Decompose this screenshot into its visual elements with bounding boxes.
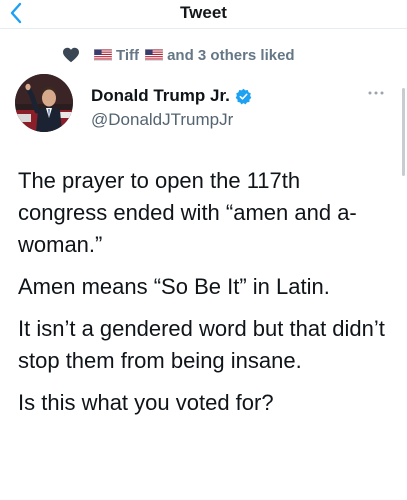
social-context[interactable]: Tiff and 3 others liked — [62, 44, 295, 66]
author-display-name: Donald Trump Jr. — [91, 86, 230, 105]
liker-name: Tiff — [116, 46, 140, 64]
scrollbar[interactable] — [402, 88, 405, 176]
heart-icon — [63, 47, 79, 63]
social-context-suffix: and 3 others liked — [167, 46, 295, 64]
author-name[interactable]: Donald Trump Jr. — [91, 86, 252, 106]
top-nav-bar: Tweet — [0, 0, 407, 29]
avatar[interactable] — [15, 74, 73, 132]
author-handle[interactable]: @DonaldJTrumpJr — [91, 110, 233, 130]
us-flag-icon — [145, 49, 164, 61]
us-flag-icon — [94, 49, 112, 61]
nav-title: Tweet — [180, 3, 227, 22]
tweet-text: The prayer to open the 117th congress en… — [18, 165, 393, 429]
more-options-icon[interactable] — [367, 90, 385, 96]
tweet-paragraph: Is this what you voted for? — [18, 390, 274, 415]
avatar-image — [15, 74, 73, 132]
tweet-paragraph: It isn’t a gendered word but that didn’t… — [18, 316, 385, 373]
tweet-paragraph: The prayer to open the 117th congress en… — [18, 168, 357, 257]
tweet-paragraph: Amen means “So Be It” in Latin. — [18, 274, 330, 299]
verified-badge-icon — [235, 88, 252, 104]
